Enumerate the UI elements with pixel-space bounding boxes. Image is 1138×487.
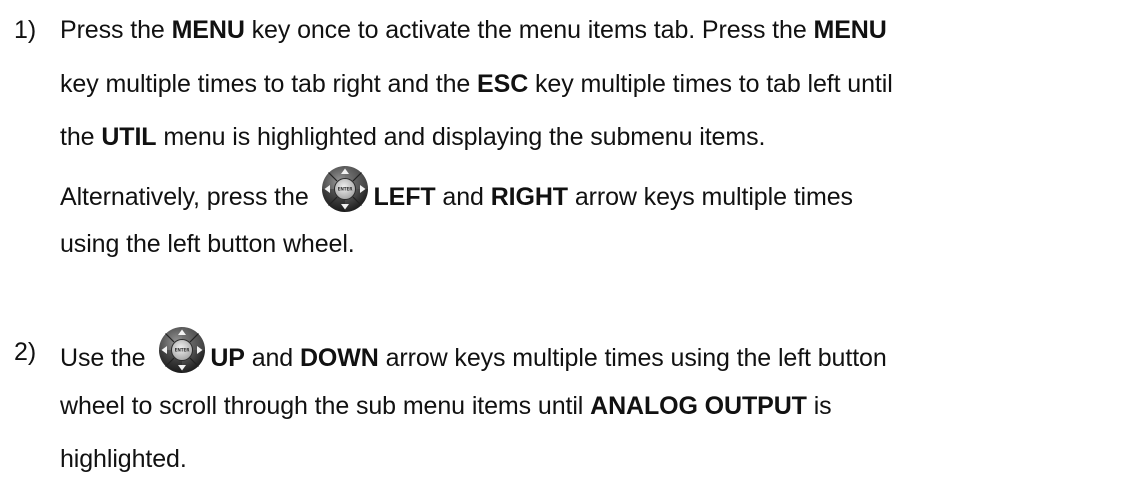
text-run: is xyxy=(806,391,832,420)
text-run: key multiple times to tab left until xyxy=(528,69,893,98)
instruction-document: 1) Press the MENU key once to activate t… xyxy=(0,0,1138,486)
enter-label: ENTER xyxy=(338,186,354,191)
menu-name-util: UTIL xyxy=(101,123,157,151)
text-run: and xyxy=(244,344,300,372)
text-run: arrow keys multiple times xyxy=(567,182,853,211)
text-line: key multiple times to tab right and the … xyxy=(60,58,1136,112)
text-line: wheel to scroll through the sub menu ite… xyxy=(60,380,1136,434)
text-line: the UTIL menu is highlighted and display… xyxy=(60,111,1136,165)
text-line: highlighted. xyxy=(60,433,1136,487)
text-line: using the left button wheel. xyxy=(60,218,1136,272)
text-run: and xyxy=(435,182,491,211)
button-wheel-icon: ENTER xyxy=(158,326,206,374)
text-run: arrow keys multiple times using the left… xyxy=(378,344,887,372)
step-1: 1) Press the MENU key once to activate t… xyxy=(0,4,1138,272)
step-text: Press the MENU key once to activate the … xyxy=(60,4,1136,272)
step-2: 2) Use the ENTER UP and DOWN arrow keys … xyxy=(0,326,1138,487)
text-run: Alternatively, press the xyxy=(60,182,316,211)
text-run: key once to activate the menu items tab.… xyxy=(244,16,814,44)
text-run: menu is highlighted and displaying the s… xyxy=(156,123,766,151)
step-text: Use the ENTER UP and DOWN arrow keys mul… xyxy=(60,326,1136,487)
menu-item-analog-output: ANALOG OUTPUT xyxy=(590,391,807,420)
text-line: Use the ENTER UP and DOWN arrow keys mul… xyxy=(60,326,1136,380)
text-run: key multiple times to tab right and the xyxy=(60,69,478,98)
key-name-menu: MENU xyxy=(171,16,245,44)
text-run: highlighted. xyxy=(60,445,187,473)
key-name-up: UP xyxy=(210,344,245,372)
text-run: Press the xyxy=(60,16,172,44)
text-run: Use the xyxy=(60,344,153,372)
enter-label: ENTER xyxy=(175,348,191,353)
key-name-menu: MENU xyxy=(813,16,887,44)
key-name-right: RIGHT xyxy=(490,182,568,211)
step-number: 2) xyxy=(14,338,37,366)
text-run: the xyxy=(60,123,102,151)
text-line: Alternatively, press the ENTER LEFT and … xyxy=(60,165,1136,219)
text-run: wheel to scroll through the sub menu ite… xyxy=(60,391,591,420)
key-name-down: DOWN xyxy=(299,344,379,372)
key-name-left: LEFT xyxy=(373,182,436,211)
text-line: Press the MENU key once to activate the … xyxy=(60,4,1136,58)
step-number: 1) xyxy=(14,16,37,44)
text-run: using the left button wheel. xyxy=(60,230,355,258)
key-name-esc: ESC xyxy=(477,69,529,98)
button-wheel-icon: ENTER xyxy=(321,165,369,213)
